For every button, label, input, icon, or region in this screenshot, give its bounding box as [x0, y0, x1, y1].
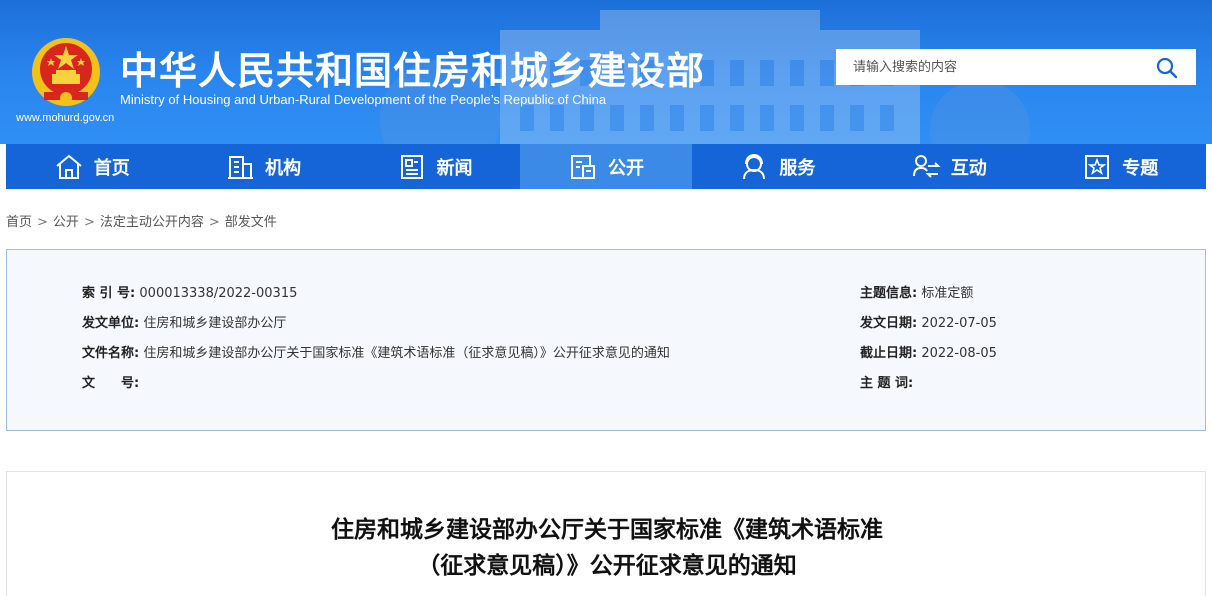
breadcrumb: 首页 > 公开 > 法定主动公开内容 > 部发文件: [6, 211, 277, 230]
nav-item-label: 首页: [93, 157, 130, 179]
search-input[interactable]: [836, 49, 1136, 85]
site-title-en: Ministry of Housing and Urban-Rural Deve…: [120, 92, 607, 107]
document-info-box: 索 引 号: 000013338/2022-00315 发文单位: 住房和城乡建…: [6, 249, 1206, 431]
info-keywords-label: 主 题 词:: [860, 376, 914, 391]
nav-item-organization[interactable]: 机构: [177, 144, 348, 189]
search-box: [836, 49, 1196, 85]
info-filename-row: 文件名称: 住房和城乡建设部办公厅关于国家标准《建筑术语标准（征求意见稿）》公开…: [82, 342, 670, 361]
breadcrumb-ministry-docs[interactable]: 部发文件: [225, 215, 277, 230]
article-title-line1: 住房和城乡建设部办公厅关于国家标准《建筑术语标准: [331, 517, 883, 543]
nav-item-label: 机构: [265, 157, 302, 179]
info-deadline-value: 2022-08-05: [921, 346, 997, 361]
interaction-icon: [912, 154, 941, 178]
breadcrumb-home[interactable]: 首页: [6, 215, 32, 230]
site-title-cn: 中华人民共和国住房和城乡建设部: [120, 49, 706, 93]
info-date-value: 2022-07-05: [921, 316, 997, 331]
info-issuer-row: 发文单位: 住房和城乡建设部办公厅: [82, 312, 286, 331]
breadcrumb-separator: >: [208, 215, 220, 230]
site-url: www.mohurd.gov.cn: [16, 112, 115, 124]
article-title-line2: （征求意见稿）》公开征求意见的通知: [417, 553, 797, 579]
info-index-row: 索 引 号: 000013338/2022-00315: [82, 282, 297, 301]
nav-item-news[interactable]: 新闻: [349, 144, 520, 189]
header-banner: www.mohurd.gov.cn 中华人民共和国住房和城乡建设部 Minist…: [0, 0, 1212, 144]
nav-item-label: 专题: [1122, 157, 1159, 179]
search-icon[interactable]: [1156, 57, 1178, 79]
nav-item-interaction[interactable]: 互动: [863, 144, 1034, 189]
info-date-row: 发文日期: 2022-07-05: [860, 312, 997, 331]
document-icon: [570, 154, 595, 179]
service-icon: [743, 153, 766, 179]
news-icon: [400, 154, 423, 179]
nav-item-service[interactable]: 服务: [692, 144, 863, 189]
breadcrumb-separator: >: [37, 215, 48, 230]
info-docno-row: 文 号:: [82, 372, 139, 391]
info-topic-label: 主题信息:: [860, 286, 918, 301]
info-deadline-label: 截止日期:: [860, 346, 918, 361]
info-deadline-row: 截止日期: 2022-08-05: [860, 342, 997, 361]
nav-item-label: 公开: [607, 157, 644, 179]
nav-item-label: 新闻: [436, 157, 473, 179]
info-topic-row: 主题信息: 标准定额: [860, 282, 973, 301]
info-date-label: 发文日期:: [860, 316, 918, 331]
nav-item-label: 服务: [779, 157, 816, 179]
info-filename-label: 文件名称:: [82, 346, 140, 361]
info-index-label: 索 引 号:: [82, 286, 136, 301]
info-index-value: 000013338/2022-00315: [139, 286, 298, 301]
info-docno-label: 文 号:: [82, 376, 140, 391]
info-issuer-label: 发文单位:: [82, 316, 140, 331]
article-container: 住房和城乡建设部办公厅关于国家标准《建筑术语标准 （征求意见稿）》公开征求意见的…: [6, 471, 1206, 596]
main-nav: 首页 机构 新闻 公开 服务 互动 专题: [6, 144, 1206, 189]
nav-item-public[interactable]: 公开: [520, 144, 692, 189]
nav-item-topics[interactable]: 专题: [1035, 144, 1206, 189]
info-filename-value: 住房和城乡建设部办公厅关于国家标准《建筑术语标准（征求意见稿）》公开征求意见的通…: [143, 346, 670, 361]
star-icon: [1085, 154, 1110, 179]
info-issuer-value: 住房和城乡建设部办公厅: [143, 316, 287, 331]
breadcrumb-separator: >: [83, 215, 95, 230]
home-icon: [56, 154, 82, 179]
info-keywords-row: 主 题 词:: [860, 372, 913, 391]
building-icon: [228, 155, 254, 179]
info-topic-value: 标准定额: [921, 286, 974, 301]
nav-item-home[interactable]: 首页: [6, 144, 177, 189]
nav-item-label: 互动: [950, 157, 987, 179]
national-emblem-icon: [32, 38, 100, 106]
article-title: 住房和城乡建设部办公厅关于国家标准《建筑术语标准 （征求意见稿）》公开征求意见的…: [7, 512, 1207, 584]
breadcrumb-statutory[interactable]: 法定主动公开内容: [100, 215, 204, 230]
breadcrumb-public[interactable]: 公开: [53, 215, 79, 230]
